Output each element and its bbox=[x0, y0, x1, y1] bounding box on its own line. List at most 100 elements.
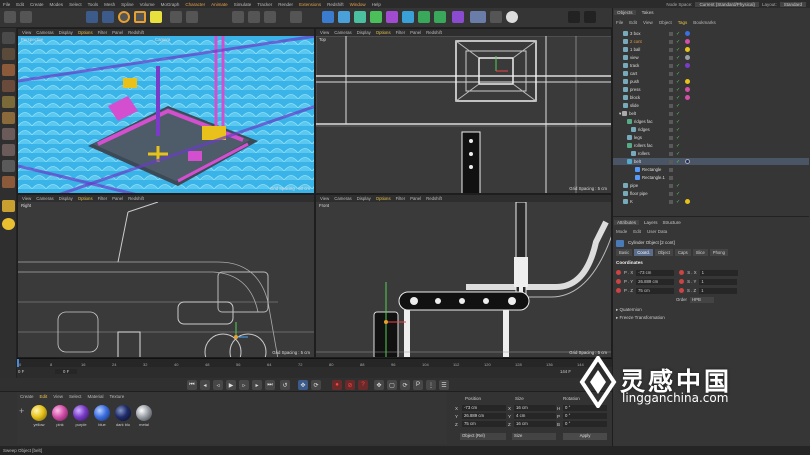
object-row[interactable]: K ✓ bbox=[613, 198, 809, 205]
object-row[interactable]: Rectangle.1 bbox=[613, 174, 809, 181]
move-tool-icon[interactable] bbox=[102, 11, 114, 23]
collapse-icon[interactable]: ▾ bbox=[619, 111, 621, 117]
visibility-dot[interactable] bbox=[669, 127, 673, 132]
move-key-icon[interactable]: ✥ bbox=[298, 380, 308, 390]
prev-frame-icon[interactable]: ◃ bbox=[213, 380, 223, 390]
visibility-dot[interactable] bbox=[669, 47, 673, 52]
check-icon[interactable]: ✓ bbox=[676, 95, 680, 101]
vp-menu-panel[interactable]: Panel bbox=[410, 196, 421, 201]
camera-icon[interactable] bbox=[452, 11, 464, 23]
polygons-mode-icon[interactable] bbox=[2, 112, 15, 124]
object-row-selected[interactable]: belt ✓ bbox=[613, 158, 809, 166]
go-start-icon[interactable]: ⏮ bbox=[187, 380, 197, 390]
subdivision-icon[interactable] bbox=[354, 11, 366, 23]
axis-lock-icon[interactable] bbox=[150, 11, 162, 23]
vp-menu-display[interactable]: Display bbox=[357, 30, 371, 35]
visibility-dot[interactable] bbox=[669, 103, 673, 108]
check-icon[interactable]: ✓ bbox=[676, 111, 680, 117]
vp-menu-cameras[interactable]: Cameras bbox=[334, 30, 351, 35]
obj-menu-tags[interactable]: Tags bbox=[678, 20, 688, 25]
axis-mode-icon[interactable] bbox=[2, 128, 15, 140]
menu-redshift[interactable]: Redshift bbox=[324, 2, 347, 7]
obj-menu-edit[interactable]: Edit bbox=[629, 20, 637, 25]
vp-menu-filter[interactable]: Filter bbox=[98, 196, 108, 201]
visibility-dot[interactable] bbox=[669, 55, 673, 60]
check-icon[interactable]: ✓ bbox=[676, 31, 680, 37]
check-icon[interactable]: ✓ bbox=[676, 119, 680, 125]
vp-menu-options[interactable]: Options bbox=[376, 196, 391, 201]
pos-x-field[interactable]: -73 cm bbox=[462, 405, 506, 411]
vp-menu-redshift[interactable]: Redshift bbox=[128, 196, 144, 201]
attr-pz-field[interactable]: 75 cm bbox=[636, 287, 674, 294]
size-y-field[interactable]: 4 cm bbox=[514, 413, 556, 419]
obj-menu-file[interactable]: File bbox=[616, 20, 623, 25]
vp-menu-display[interactable]: Display bbox=[59, 196, 73, 201]
front-viewport[interactable]: View Cameras Display Options Filter Pane… bbox=[315, 194, 612, 358]
subtab-basic[interactable]: Basic bbox=[616, 249, 633, 256]
subtab-slice[interactable]: Slice bbox=[692, 249, 708, 256]
tab-takes[interactable]: Takes bbox=[642, 10, 654, 15]
keyframe-dot-icon[interactable] bbox=[616, 288, 621, 293]
mat-menu-view[interactable]: View bbox=[53, 394, 63, 399]
menu-tracker[interactable]: Tracker bbox=[254, 2, 275, 7]
bulb-icon[interactable] bbox=[506, 11, 518, 23]
material-tag-icon[interactable] bbox=[685, 95, 690, 101]
menu-mograph[interactable]: MoGraph bbox=[158, 2, 183, 7]
object-row[interactable]: 3 box ✓ bbox=[613, 30, 809, 37]
frame-start-field[interactable]: 0 F bbox=[55, 369, 78, 374]
vp-menu-panel[interactable]: Panel bbox=[112, 196, 123, 201]
menu-animate[interactable]: Animate bbox=[208, 2, 231, 7]
material-metal[interactable]: metal bbox=[135, 405, 153, 427]
vp-menu-display[interactable]: Display bbox=[59, 30, 73, 35]
obj-menu-object[interactable]: Object bbox=[659, 20, 672, 25]
visibility-dot[interactable] bbox=[669, 119, 673, 124]
vp-menu-view[interactable]: View bbox=[320, 196, 329, 201]
obj-menu-view[interactable]: View bbox=[643, 20, 653, 25]
check-icon[interactable]: ✓ bbox=[676, 47, 680, 53]
material-tag-icon[interactable] bbox=[685, 31, 690, 37]
x-axis-icon[interactable] bbox=[170, 11, 182, 23]
visibility-dot[interactable] bbox=[669, 95, 673, 100]
pen-spline-icon[interactable] bbox=[338, 11, 350, 23]
check-icon[interactable]: ✓ bbox=[676, 135, 680, 141]
timeline-layout-icon[interactable]: ☰ bbox=[439, 380, 449, 390]
check-icon[interactable]: ✓ bbox=[676, 39, 680, 45]
material-tag-icon[interactable] bbox=[685, 87, 690, 93]
mat-menu-texture[interactable]: Texture bbox=[110, 394, 125, 399]
menu-simulate[interactable]: Simulate bbox=[231, 2, 255, 7]
visibility-dot[interactable] bbox=[669, 167, 673, 172]
prev-key-icon[interactable]: ◂ bbox=[200, 380, 210, 390]
object-row[interactable]: pipe ✓ bbox=[613, 182, 809, 189]
object-row[interactable]: ridges ✓ bbox=[613, 126, 809, 133]
menu-create[interactable]: Create bbox=[27, 2, 47, 7]
render-settings-icon[interactable] bbox=[264, 11, 276, 23]
size-z-field[interactable]: 16 cm bbox=[514, 421, 556, 427]
vp-menu-filter[interactable]: Filter bbox=[396, 30, 406, 35]
rotate-key-icon[interactable]: ⟳ bbox=[311, 380, 321, 390]
tweak-mode-icon[interactable] bbox=[2, 144, 15, 156]
check-icon[interactable]: ✓ bbox=[676, 87, 680, 93]
tab-layers[interactable]: Layers bbox=[644, 220, 658, 225]
vp-menu-redshift[interactable]: Redshift bbox=[128, 30, 144, 35]
vp-menu-view[interactable]: View bbox=[22, 196, 31, 201]
menu-volume[interactable]: Volume bbox=[137, 2, 158, 7]
rot-p-field[interactable]: 0 ° bbox=[563, 413, 607, 419]
object-row[interactable]: rollers ✓ bbox=[613, 150, 809, 157]
position-key-icon[interactable]: ✥ bbox=[374, 380, 384, 390]
keyframe-selection-icon[interactable]: ? bbox=[358, 380, 368, 390]
subtab-object[interactable]: Object bbox=[654, 249, 673, 256]
obj-menu-bookmarks[interactable]: Bookmarks bbox=[693, 20, 716, 25]
edit-render-icon[interactable] bbox=[290, 11, 302, 23]
object-row[interactable]: slide ✓ bbox=[613, 102, 809, 109]
check-icon[interactable]: ✓ bbox=[676, 151, 680, 157]
solo-icon[interactable] bbox=[2, 218, 15, 230]
edges-mode-icon[interactable] bbox=[2, 96, 15, 108]
object-row[interactable]: 1 ball ✓ bbox=[613, 46, 809, 53]
timeline-ruler[interactable]: 0 8 16 24 32 40 48 56 64 72 80 88 96 104… bbox=[17, 358, 612, 368]
material-yellow[interactable]: yellow bbox=[30, 405, 48, 427]
keyframe-dot-icon[interactable] bbox=[616, 279, 621, 284]
subtab-phong[interactable]: Phong bbox=[709, 249, 728, 256]
object-row[interactable]: cart ✓ bbox=[613, 70, 809, 77]
object-row[interactable]: track ✓ bbox=[613, 62, 809, 69]
visibility-dot[interactable] bbox=[669, 87, 673, 92]
